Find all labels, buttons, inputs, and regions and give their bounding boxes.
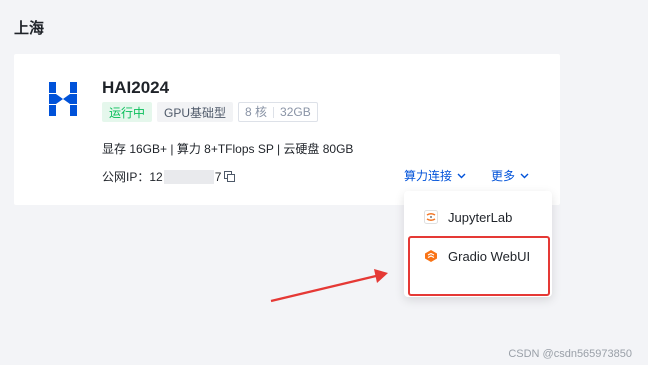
cores-label: 8 核 [245,105,268,119]
instance-tags: 运行中 GPU基础型 8 核 32GB [102,102,318,122]
compute-connect-button[interactable]: 算力连接 [404,167,466,184]
ip-redaction [163,169,214,184]
connect-dropdown-menu: JupyterLab Gradio WebUI [404,191,552,297]
ip-suffix: 7 [214,169,222,184]
region-title: 上海 [14,20,45,37]
more-label: 更多 [491,169,516,183]
chevron-down-icon [520,173,529,178]
menu-item-label: Gradio WebUI [448,248,531,264]
memory-label: 32GB [280,105,311,119]
chevron-down-icon [457,173,466,178]
ip-prefix: 12 [149,169,163,184]
menu-item-label: JupyterLab [448,209,513,225]
public-ip-row: 公网IP： 12 7 [102,168,236,185]
menu-item-jupyterlab[interactable]: JupyterLab [404,199,552,235]
status-badge: 运行中 [102,102,153,122]
compute-connect-label: 算力连接 [404,169,453,183]
divider [273,106,275,118]
menu-item-gradio-webui[interactable]: Gradio WebUI [404,238,552,274]
gradio-icon [425,250,437,262]
hai-logo-icon [49,82,77,116]
more-button[interactable]: 更多 [491,167,529,184]
instance-card: HAI2024 运行中 GPU基础型 8 核 32GB 显存 16GB+ | 算… [14,54,560,205]
spec-badge: 8 核 32GB [238,102,318,122]
copy-icon[interactable] [224,171,236,182]
instance-name[interactable]: HAI2024 [102,78,169,98]
watermark: CSDN @csdn565973850 [508,348,632,360]
jupyter-icon [424,210,438,224]
instance-type-badge: GPU基础型 [157,102,234,122]
instance-specs: 显存 16GB+ | 算力 8+TFlops SP | 云硬盘 80GB [102,142,354,156]
ip-label: 公网IP： [102,170,150,184]
